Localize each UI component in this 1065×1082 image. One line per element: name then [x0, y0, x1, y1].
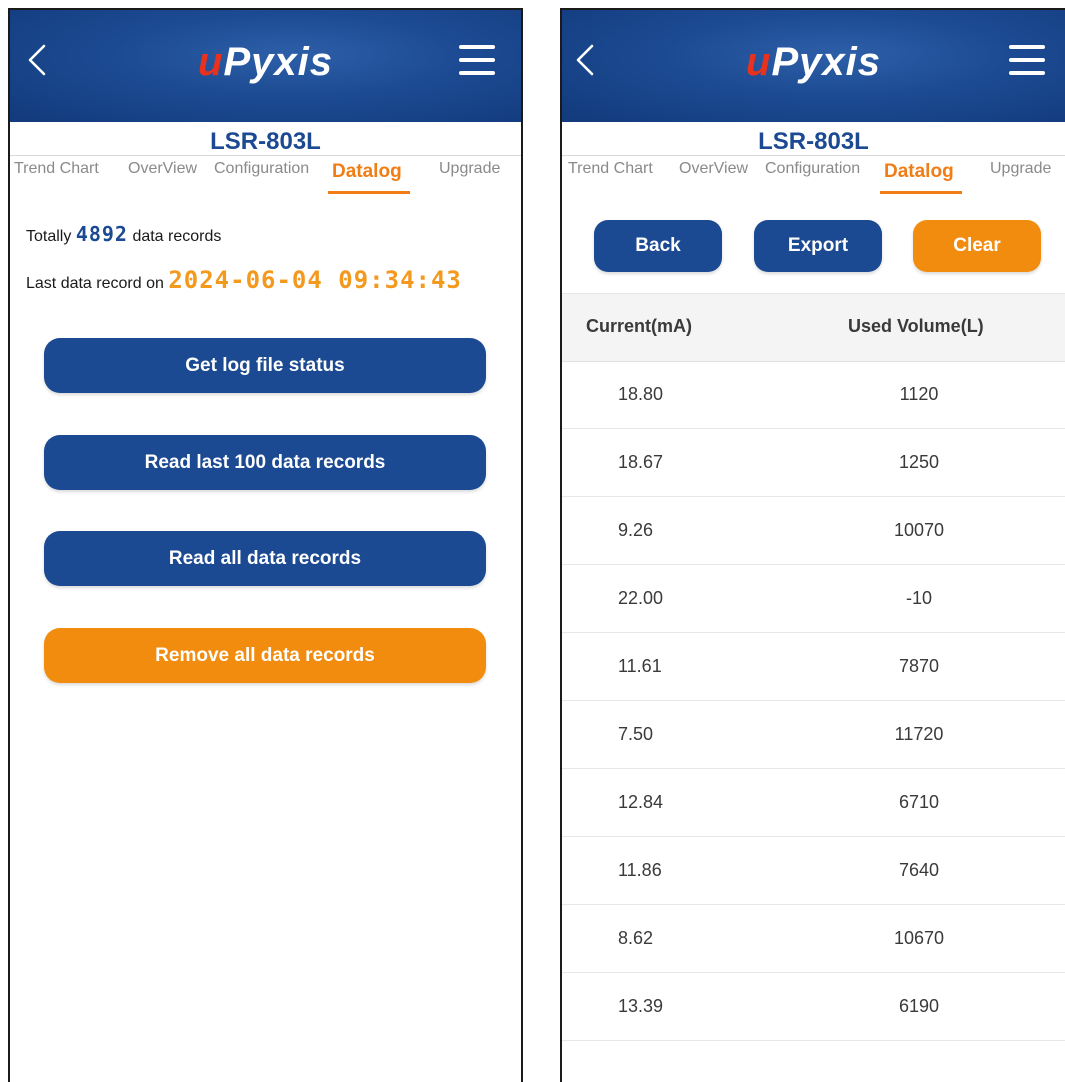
record-count-line: Totally 4892 data records	[26, 222, 221, 246]
cell-volume: 7870	[898, 656, 940, 676]
tab-trend-chart[interactable]: Trend Chart	[568, 160, 653, 178]
cell-volume: 10070	[893, 520, 945, 540]
tab-datalog[interactable]: Datalog	[884, 161, 954, 183]
active-tab-indicator	[328, 191, 410, 194]
table-row: 18.67 1250	[562, 429, 1065, 497]
table-header: Current(mA) Used Volume(L)	[562, 293, 1065, 362]
cell-current: 13.39	[618, 996, 664, 1016]
cell-volume: -10	[905, 588, 932, 608]
cell-current: 18.67	[618, 452, 664, 472]
active-tab-indicator	[880, 191, 962, 194]
back-button[interactable]: Back	[594, 220, 722, 272]
remove-all-records-button[interactable]: Remove all data records	[44, 628, 486, 683]
table-row: 12.84 6710	[562, 769, 1065, 837]
tab-divider	[10, 155, 521, 156]
cell-volume: 11720	[894, 724, 944, 744]
cell-current: 18.80	[618, 384, 664, 404]
app-header: uPyxis	[10, 10, 521, 122]
back-arrow-icon[interactable]	[572, 40, 602, 80]
last-record-label: Last data record on	[26, 275, 164, 292]
tab-overview[interactable]: OverView	[128, 160, 197, 178]
table-row: 18.80 1120	[562, 361, 1065, 429]
read-all-records-button[interactable]: Read all data records	[44, 531, 486, 586]
table-row: 11.61 7870	[562, 633, 1065, 701]
data-records-label: data records	[132, 228, 222, 245]
table-row: 11.86 7640	[562, 837, 1065, 905]
upyxis-logo: uPyxis	[746, 40, 881, 85]
back-arrow-icon[interactable]	[24, 40, 54, 80]
tab-upgrade[interactable]: Upgrade	[990, 160, 1051, 178]
device-title: LSR-803L	[210, 128, 321, 155]
app-header: uPyxis	[562, 10, 1065, 122]
cell-current: 11.86	[618, 860, 662, 880]
datalog-status-screen: uPyxis LSR-803L Trend Chart OverView Con…	[8, 8, 523, 1082]
totally-label: Totally	[26, 228, 72, 245]
cell-current: 9.26	[618, 520, 654, 540]
logo-text: Pyxis	[223, 40, 333, 84]
cell-current: 12.84	[618, 792, 664, 812]
tab-configuration[interactable]: Configuration	[765, 160, 860, 178]
cell-volume: 1250	[898, 452, 940, 472]
logo-u: u	[746, 40, 772, 84]
column-header-volume: Used Volume(L)	[848, 316, 984, 336]
cell-current: 8.62	[618, 928, 654, 948]
tab-trend-chart[interactable]: Trend Chart	[14, 160, 99, 178]
logo-u: u	[198, 40, 224, 84]
table-row: 9.26 10070	[562, 497, 1065, 565]
table-row: 8.62 10670	[562, 905, 1065, 973]
cell-volume: 1120	[899, 384, 939, 404]
table-row: 22.00 -10	[562, 565, 1065, 633]
last-record-line: Last data record on 2024-06-04 09:34:43	[26, 266, 462, 294]
tab-configuration[interactable]: Configuration	[214, 160, 309, 178]
export-button[interactable]: Export	[754, 220, 882, 272]
tab-overview[interactable]: OverView	[679, 160, 748, 178]
tab-upgrade[interactable]: Upgrade	[439, 160, 500, 178]
cell-current: 7.50	[618, 724, 654, 744]
table-row: 7.50 11720	[562, 701, 1065, 769]
upyxis-logo: uPyxis	[198, 40, 333, 85]
hamburger-menu-icon[interactable]	[457, 42, 497, 78]
cell-volume: 6710	[898, 792, 940, 812]
hamburger-menu-icon[interactable]	[1007, 42, 1047, 78]
last-record-datetime: 2024-06-04 09:34:43	[168, 266, 462, 294]
tab-datalog[interactable]: Datalog	[332, 161, 402, 183]
tab-divider	[562, 155, 1065, 156]
table-row: 13.39 6190	[562, 973, 1065, 1041]
column-header-current: Current(mA)	[586, 316, 692, 336]
logo-text: Pyxis	[771, 40, 881, 84]
record-count-value: 4892	[75, 222, 128, 246]
get-log-file-status-button[interactable]: Get log file status	[44, 338, 486, 393]
cell-volume: 7640	[898, 860, 940, 880]
cell-volume: 6190	[898, 996, 940, 1016]
read-last-100-button[interactable]: Read last 100 data records	[44, 435, 486, 490]
device-title: LSR-803L	[758, 128, 869, 155]
cell-volume: 10670	[893, 928, 945, 948]
clear-button[interactable]: Clear	[913, 220, 1041, 272]
cell-current: 11.61	[618, 656, 662, 676]
cell-current: 22.00	[618, 588, 664, 608]
datalog-records-screen: uPyxis LSR-803L Trend Chart OverView Con…	[560, 8, 1065, 1082]
